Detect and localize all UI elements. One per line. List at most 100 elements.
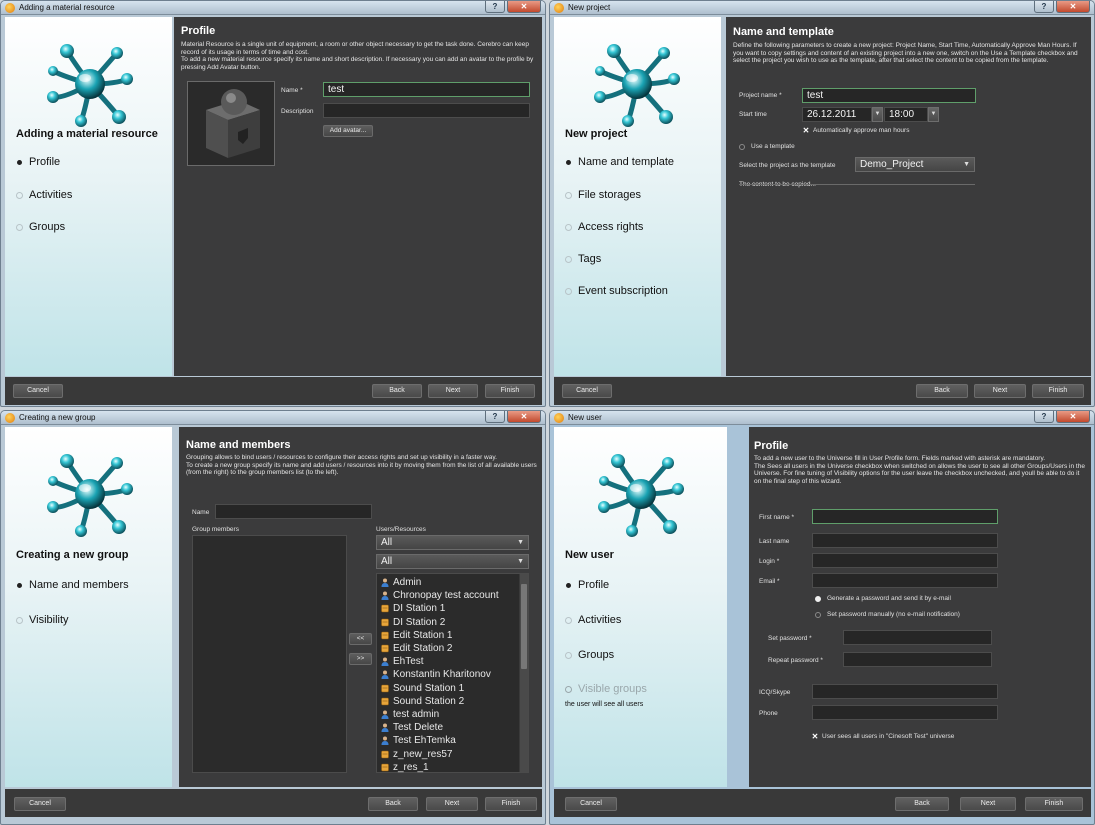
step-radio-icon	[565, 685, 572, 693]
list-item[interactable]: Test EhTemka	[381, 735, 456, 746]
help-button[interactable]: ?	[1034, 1, 1054, 13]
login-input[interactable]	[812, 553, 998, 568]
name-input[interactable]: test	[323, 82, 530, 97]
list-item[interactable]: test admin	[381, 709, 439, 720]
checkbox-label: Use a template	[751, 143, 795, 150]
list-item[interactable]: Sound Station 2	[381, 696, 464, 707]
email-input[interactable]	[812, 573, 998, 588]
group-members-list[interactable]	[192, 535, 347, 773]
checkmark-icon: ✕	[802, 126, 810, 135]
close-button[interactable]: ✕	[1056, 411, 1090, 423]
repeat-password-label: Repeat password *	[768, 657, 823, 664]
list-item[interactable]: Chronopay test account	[381, 590, 499, 601]
clock-spin-button[interactable]: ▼	[928, 107, 939, 122]
last-name-input[interactable]	[812, 533, 998, 548]
first-name-input[interactable]	[812, 509, 998, 524]
description-input[interactable]	[323, 103, 530, 118]
back-button[interactable]: Back	[368, 797, 418, 811]
page-description: Material Resource is a single unit of eq…	[181, 41, 534, 71]
finish-button[interactable]: Finish	[1025, 797, 1083, 811]
help-button[interactable]: ?	[1034, 411, 1054, 423]
phone-input[interactable]	[812, 705, 998, 720]
close-button[interactable]: ✕	[507, 411, 541, 423]
repeat-password-input[interactable]	[843, 652, 992, 667]
next-button[interactable]: Next	[974, 384, 1026, 398]
move-left-button[interactable]: <<	[349, 633, 372, 645]
scrollbar-thumb[interactable]	[521, 584, 527, 669]
group-name-input[interactable]	[215, 504, 372, 519]
cancel-button[interactable]: Cancel	[14, 797, 66, 811]
step-name-and-template[interactable]: Name and template	[565, 156, 674, 168]
start-date-input[interactable]: 26.12.2011	[802, 107, 872, 122]
list-item-label: Edit Station 2	[393, 643, 453, 654]
window-add-material-resource: Adding a material resource ? ✕ Adding a …	[0, 0, 546, 407]
list-item[interactable]: Edit Station 1	[381, 630, 452, 641]
project-name-input[interactable]: test	[802, 88, 976, 103]
list-item[interactable]: Edit Station 2	[381, 643, 452, 654]
start-clock-input[interactable]: 18:00	[884, 107, 928, 122]
help-button[interactable]: ?	[485, 1, 505, 13]
app-icon	[554, 2, 564, 13]
step-groups[interactable]: Groups	[16, 221, 65, 233]
auto-approve-checkbox[interactable]: ✕ Automatically approve man hours	[802, 126, 910, 135]
step-visibility[interactable]: Visibility	[16, 614, 69, 626]
back-button[interactable]: Back	[916, 384, 968, 398]
finish-button[interactable]: Finish	[485, 797, 537, 811]
step-event-subscription[interactable]: Event subscription	[565, 285, 668, 297]
generate-password-radio[interactable]: Generate a password and send it by e-mai…	[815, 595, 951, 602]
list-item[interactable]: z_new_res57	[381, 749, 452, 760]
set-password-manually-radio[interactable]: Set password manually (no e-mail notific…	[815, 611, 960, 618]
template-select[interactable]: Demo_Project ▼	[855, 157, 975, 172]
list-item-label: Chronopay test account	[393, 590, 499, 602]
cancel-button[interactable]: Cancel	[13, 384, 63, 398]
set-password-label: Set password *	[768, 635, 812, 642]
wizard-sidebar: Creating a new group Name and members Vi…	[5, 427, 172, 787]
date-dropdown-button[interactable]: ▼	[872, 107, 883, 122]
finish-button[interactable]: Finish	[1032, 384, 1084, 398]
next-button[interactable]: Next	[428, 384, 478, 398]
next-button[interactable]: Next	[960, 797, 1016, 811]
sees-all-users-checkbox[interactable]: ✕ User sees all users in "Cinesoft Test" …	[811, 732, 955, 741]
back-button[interactable]: Back	[895, 797, 949, 811]
cancel-button[interactable]: Cancel	[562, 384, 612, 398]
list-item[interactable]: Test Delete	[381, 722, 443, 733]
step-activities[interactable]: Activities	[565, 614, 621, 626]
step-access-rights[interactable]: Access rights	[565, 221, 643, 233]
step-groups[interactable]: Groups	[565, 649, 614, 661]
step-name-and-members[interactable]: Name and members	[16, 579, 129, 591]
step-profile[interactable]: Profile	[565, 579, 609, 591]
list-item[interactable]: Konstantin Kharitonov	[381, 669, 491, 680]
list-item[interactable]: Admin	[381, 577, 421, 588]
step-file-storages[interactable]: File storages	[565, 189, 641, 201]
help-button[interactable]: ?	[485, 411, 505, 423]
radio-label: Generate a password and send it by e-mai…	[827, 595, 951, 602]
step-radio-icon	[565, 616, 572, 624]
set-password-input[interactable]	[843, 630, 992, 645]
project-name-label: Project name *	[739, 92, 782, 99]
scrollbar[interactable]	[519, 574, 528, 772]
use-template-checkbox[interactable]: Use a template	[739, 143, 795, 150]
icq-skype-input[interactable]	[812, 684, 998, 699]
move-right-button[interactable]: >>	[349, 653, 372, 665]
filter-select-1[interactable]: All ▼	[376, 535, 529, 550]
finish-button[interactable]: Finish	[485, 384, 535, 398]
back-button[interactable]: Back	[372, 384, 422, 398]
next-button[interactable]: Next	[426, 797, 478, 811]
list-item[interactable]: DI Station 2	[381, 617, 445, 628]
step-profile[interactable]: Profile	[16, 156, 60, 168]
add-avatar-button[interactable]: Add avatar...	[323, 125, 373, 137]
list-item[interactable]: z_res_1	[381, 762, 429, 773]
cancel-button[interactable]: Cancel	[565, 797, 617, 811]
chevron-down-icon: ▼	[517, 539, 524, 546]
step-activities[interactable]: Activities	[16, 189, 72, 201]
close-button[interactable]: ✕	[1056, 1, 1090, 13]
step-tags[interactable]: Tags	[565, 253, 601, 265]
close-button[interactable]: ✕	[507, 1, 541, 13]
checkbox-label: User sees all users in "Cinesoft Test" u…	[822, 733, 955, 740]
list-item[interactable]: Sound Station 1	[381, 683, 464, 694]
list-item[interactable]: DI Station 1	[381, 603, 445, 614]
start-time-label: Start time	[739, 111, 767, 118]
list-item[interactable]: EhTest	[381, 656, 424, 667]
filter-select-2[interactable]: All ▼	[376, 554, 529, 569]
users-resources-list[interactable]: Admin Chronopay test account DI Station 1 D…	[376, 573, 529, 773]
